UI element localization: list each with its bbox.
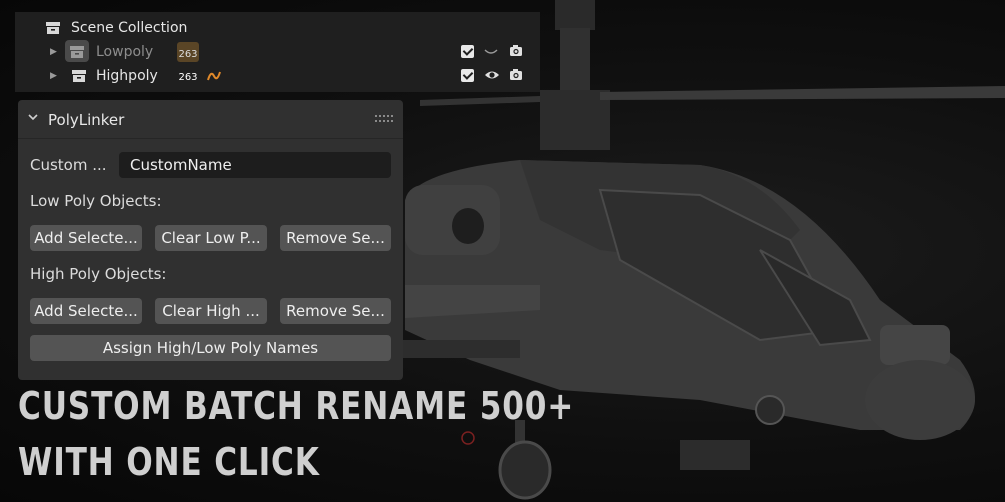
scene-collection-row[interactable]: Scene Collection: [15, 16, 540, 40]
add-selected-low-button[interactable]: Add Selecte...: [30, 225, 142, 251]
clear-high-poly-button[interactable]: Clear High ...: [155, 298, 267, 324]
clear-low-poly-button[interactable]: Clear Low P...: [155, 225, 267, 251]
remove-selected-low-button[interactable]: Remove Se...: [280, 225, 391, 251]
polylinker-panel: PolyLinker Custom ... CustomName Low Pol…: [18, 100, 403, 380]
low-poly-objects-label: Low Poly Objects:: [30, 192, 162, 210]
expand-arrow-icon[interactable]: ▶: [50, 71, 57, 81]
remove-selected-high-button[interactable]: Remove Se...: [280, 298, 391, 324]
high-poly-objects-label: High Poly Objects:: [30, 265, 167, 283]
camera-icon[interactable]: [509, 68, 523, 82]
exclude-checkbox[interactable]: [461, 69, 474, 82]
add-selected-high-button[interactable]: Add Selecte...: [30, 298, 142, 324]
scene-collection-label: Scene Collection: [71, 20, 188, 36]
camera-icon[interactable]: [509, 44, 523, 58]
custom-name-field[interactable]: CustomName: [119, 152, 391, 178]
object-count-badge: 263: [178, 72, 198, 83]
expand-arrow-icon[interactable]: ▶: [50, 47, 57, 57]
drag-grip-icon[interactable]: [375, 115, 393, 123]
collection-icon: [72, 70, 86, 82]
outliner: Scene Collection ▶ Lowpoly 263 ▶ Highpol…: [15, 12, 540, 92]
eye-closed-icon[interactable]: [484, 45, 498, 59]
object-count-badge: 263: [177, 42, 199, 62]
collection-row-lowpoly[interactable]: ▶ Lowpoly 263: [15, 40, 540, 64]
chevron-down-icon[interactable]: [28, 112, 38, 122]
panel-title: PolyLinker: [48, 111, 125, 129]
caption-line-2: WITH ONE CLICK: [18, 440, 320, 484]
collection-row-highpoly[interactable]: ▶ Highpoly 263: [15, 64, 540, 88]
collection-name-lowpoly[interactable]: Lowpoly: [96, 44, 153, 60]
linked-data-icon: [207, 71, 221, 81]
eye-icon[interactable]: [484, 68, 500, 82]
assign-names-button[interactable]: Assign High/Low Poly Names: [30, 335, 391, 361]
panel-header[interactable]: PolyLinker: [18, 100, 403, 138]
header-divider: [18, 138, 403, 139]
collection-name-highpoly[interactable]: Highpoly: [96, 68, 158, 84]
caption-line-1: CUSTOM BATCH RENAME 500+: [18, 384, 575, 428]
scene-collection-icon: [46, 22, 60, 34]
custom-name-label: Custom ...: [30, 156, 107, 174]
collection-icon: [70, 46, 84, 58]
exclude-checkbox[interactable]: [461, 45, 474, 58]
